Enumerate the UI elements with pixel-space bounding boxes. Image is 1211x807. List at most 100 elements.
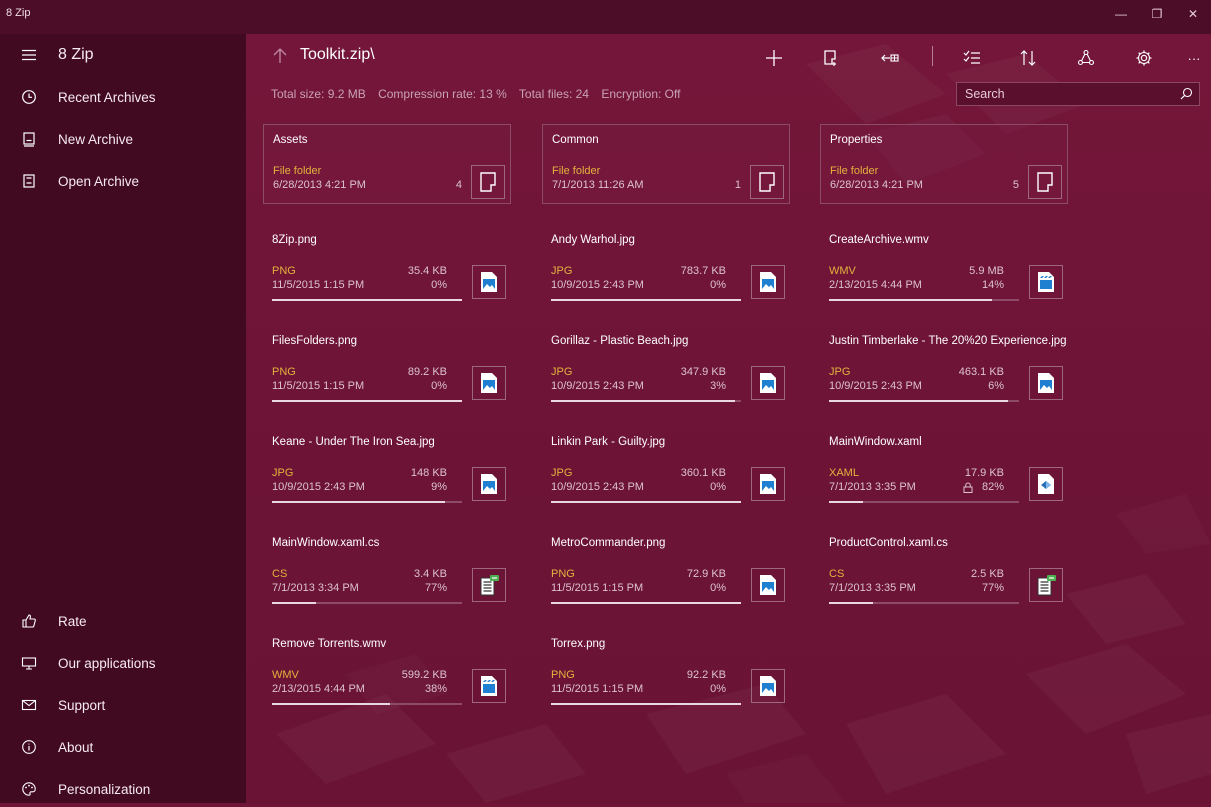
file-size: 5.9 MB xyxy=(969,265,1004,277)
file-card[interactable]: Linkin Park - Guilty.jpg JPG 10/9/2015 2:4… xyxy=(542,427,790,507)
compression-bar xyxy=(272,400,462,402)
compression-percent: 3% xyxy=(710,380,726,392)
file-card[interactable]: MetroCommander.png PNG 11/5/2015 1:15 PM 72… xyxy=(542,528,790,608)
compression-bar-fill xyxy=(551,501,741,503)
sidebar-item-about[interactable]: About xyxy=(0,729,246,765)
compression-bar xyxy=(551,703,741,705)
folder-date: 6/28/2013 4:21 PM xyxy=(273,179,366,191)
sidebar-item-label: New Archive xyxy=(58,131,134,147)
file-date: 10/9/2015 2:43 PM xyxy=(829,380,922,392)
sidebar-item-personalization[interactable]: Personalization xyxy=(0,771,246,807)
image-file-icon xyxy=(751,568,785,602)
file-card[interactable]: MainWindow.xaml XAML 7/1/2013 3:35 PM 17.9 … xyxy=(820,427,1068,507)
file-name: Gorillaz - Plastic Beach.jpg xyxy=(551,335,689,347)
file-name: Linkin Park - Guilty.jpg xyxy=(551,436,666,448)
folder-card-assets[interactable]: Assets File folder 6/28/2013 4:21 PM 4 xyxy=(263,124,511,204)
file-card[interactable]: FilesFolders.png PNG 11/5/2015 1:15 PM 89.2… xyxy=(263,326,511,406)
file-name: 8Zip.png xyxy=(272,234,317,246)
compression-bar-fill xyxy=(829,400,1008,402)
mail-icon xyxy=(0,697,58,713)
compression-percent: 82% xyxy=(981,481,1004,493)
search-input[interactable] xyxy=(957,83,1187,105)
sort-button[interactable] xyxy=(1010,40,1046,76)
back-to-folder-button[interactable] xyxy=(872,40,908,76)
file-card[interactable]: Keane - Under The Iron Sea.jpg JPG 10/9/20… xyxy=(263,427,511,507)
code-file-icon xyxy=(1029,568,1063,602)
share-icon xyxy=(1077,49,1095,66)
file-size: 148 KB xyxy=(410,467,447,479)
compression-percent: 0% xyxy=(710,683,726,695)
toolbar-separator xyxy=(932,46,933,66)
folder-date: 7/1/2013 11:26 AM xyxy=(552,179,644,191)
folder-type: File folder xyxy=(552,165,601,177)
add-button[interactable] xyxy=(756,40,792,76)
file-size: 72.9 KB xyxy=(686,568,726,580)
file-date: 11/5/2015 1:15 PM xyxy=(272,380,365,392)
close-button[interactable]: ✕ xyxy=(1175,0,1211,28)
file-date: 11/5/2015 1:15 PM xyxy=(551,683,644,695)
file-card[interactable]: Andy Warhol.jpg JPG 10/9/2015 2:43 PM 783.7… xyxy=(542,225,790,305)
more-button[interactable]: ··· xyxy=(1176,40,1211,76)
settings-icon xyxy=(1136,50,1152,66)
lock-icon xyxy=(963,482,973,493)
image-file-icon xyxy=(472,366,506,400)
hamburger-icon[interactable] xyxy=(0,47,58,63)
file-card[interactable]: CreateArchive.wmv WMV 2/13/2015 4:44 PM 5.9… xyxy=(820,225,1068,305)
up-arrow-icon[interactable] xyxy=(271,47,289,65)
file-date: 2/13/2015 4:44 PM xyxy=(829,279,922,291)
compression-bar xyxy=(272,703,462,705)
file-card[interactable]: 8Zip.png PNG 11/5/2015 1:15 PM 35.4 KB 0% xyxy=(263,225,511,305)
search-icon[interactable] xyxy=(1180,87,1193,100)
video-file-icon xyxy=(472,669,506,703)
compression-bar-fill xyxy=(551,703,741,705)
file-name: Torrex.png xyxy=(551,638,606,650)
file-type: PNG xyxy=(272,265,296,277)
compression-percent: 0% xyxy=(710,279,726,291)
compression-bar xyxy=(551,602,741,604)
file-date: 2/13/2015 4:44 PM xyxy=(272,683,365,695)
minimize-button[interactable]: — xyxy=(1103,0,1139,28)
compression-bar xyxy=(829,299,1019,301)
compression-percent: 0% xyxy=(431,279,447,291)
file-date: 10/9/2015 2:43 PM xyxy=(551,481,644,493)
search-box[interactable] xyxy=(956,82,1200,106)
file-size: 2.5 KB xyxy=(970,568,1004,580)
file-card[interactable]: Remove Torrents.wmv WMV 2/13/2015 4:44 PM 5… xyxy=(263,629,511,709)
sidebar-item-new-archive[interactable]: New Archive xyxy=(0,121,246,157)
file-type: JPG xyxy=(272,467,294,479)
file-type: JPG xyxy=(551,366,573,378)
file-type: JPG xyxy=(551,265,573,277)
sidebar-item-support[interactable]: Support xyxy=(0,687,246,723)
file-size: 347.9 KB xyxy=(680,366,726,378)
back-to-folder-icon xyxy=(881,54,899,62)
sidebar-item-recent-archives[interactable]: Recent Archives xyxy=(0,79,246,115)
file-size: 89.2 KB xyxy=(407,366,447,378)
open-archive-icon xyxy=(0,173,58,189)
total-size: Total size: 9.2 MB xyxy=(271,87,366,101)
restore-button[interactable]: ❐ xyxy=(1139,0,1175,28)
file-card[interactable]: Torrex.png PNG 11/5/2015 1:15 PM 92.2 KB 0% xyxy=(542,629,790,709)
file-type: CS xyxy=(272,568,288,580)
settings-button[interactable] xyxy=(1126,40,1162,76)
extract-button[interactable] xyxy=(813,40,849,76)
sidebar-item-rate[interactable]: Rate xyxy=(0,603,246,639)
file-card[interactable]: ProductControl.xaml.cs CS 7/1/2013 3:35 PM… xyxy=(820,528,1068,608)
sidebar-item-open-archive[interactable]: Open Archive xyxy=(0,163,246,199)
image-file-icon xyxy=(472,467,506,501)
folder-card-properties[interactable]: Properties File folder 6/28/2013 4:21 PM… xyxy=(820,124,1068,204)
share-button[interactable] xyxy=(1068,40,1104,76)
file-name: Justin Timberlake - The 20%20 Experience… xyxy=(829,335,1067,347)
compression-percent: 6% xyxy=(988,380,1004,392)
thumbs-up-icon xyxy=(0,613,58,629)
info-icon xyxy=(0,739,58,755)
folder-card-common[interactable]: Common File folder 7/1/2013 11:26 AM 1 xyxy=(542,124,790,204)
file-type: CS xyxy=(829,568,845,580)
file-card[interactable]: MainWindow.xaml.cs CS 7/1/2013 3:34 PM 3.4 … xyxy=(263,528,511,608)
compression-bar-fill xyxy=(551,602,741,604)
file-size: 599.2 KB xyxy=(401,669,447,681)
select-button[interactable] xyxy=(954,40,990,76)
file-card[interactable]: Justin Timberlake - The 20%20 Experience… xyxy=(820,326,1068,406)
file-card[interactable]: Gorillaz - Plastic Beach.jpg JPG 10/9/2015… xyxy=(542,326,790,406)
sidebar-header[interactable]: 8 Zip xyxy=(0,37,246,73)
sidebar-item-our-applications[interactable]: Our applications xyxy=(0,645,246,681)
